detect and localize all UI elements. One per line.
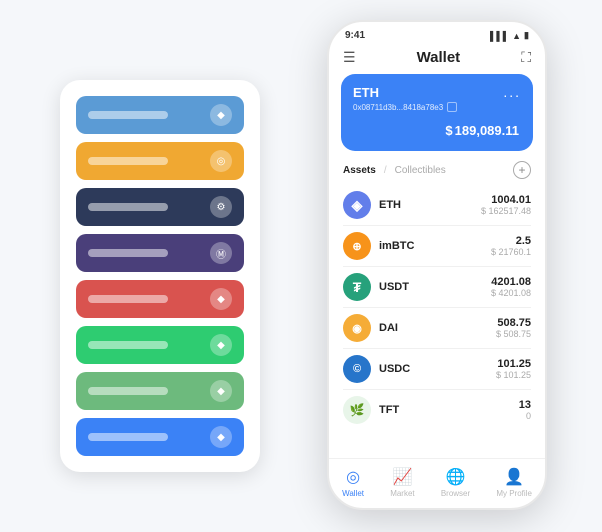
stack-card-6: ◆ [76, 326, 244, 364]
market-nav-icon: 📈 [392, 467, 412, 487]
usdc-icon: © [343, 355, 371, 383]
usdc-name: USDC [379, 363, 496, 375]
imbtc-values: 2.5 $ 21760.1 [491, 235, 531, 257]
phone-header: ☰ Wallet ⛶ [329, 45, 545, 74]
usdt-usd: $ 4201.08 [491, 288, 531, 298]
tab-collectibles[interactable]: Collectibles [395, 165, 446, 176]
usdt-amount: 4201.08 [491, 276, 531, 288]
usdc-usd: $ 101.25 [496, 370, 531, 380]
eth-name: ETH [379, 199, 481, 211]
eth-usd: $ 162517.48 [481, 206, 531, 216]
imbtc-amount: 2.5 [491, 235, 531, 247]
dai-values: 508.75 $ 508.75 [496, 317, 531, 339]
left-card-stack: ◆ ◎ ⚙ Ⓜ ◆ ◆ ◆ ◆ [60, 80, 260, 472]
stack-card-3: ⚙ [76, 188, 244, 226]
tft-values: 13 0 [519, 399, 531, 421]
assets-header: Assets / Collectibles + [329, 161, 545, 185]
dai-amount: 508.75 [496, 317, 531, 329]
eth-card-address: 0x08711d3b...8418a78e3 [353, 102, 521, 112]
stack-card-label-5 [88, 295, 168, 303]
menu-icon[interactable]: ☰ [343, 49, 356, 66]
phone-mockup: 9:41 ▌▌▌ ▲ ▮ ☰ Wallet ⛶ ETH ... 0x08711d… [327, 20, 547, 510]
imbtc-usd: $ 21760.1 [491, 247, 531, 257]
asset-item-tft[interactable]: 🌿 TFT 13 0 [343, 390, 531, 430]
tft-name: TFT [379, 404, 519, 416]
eth-card-title: ETH [353, 85, 379, 100]
stack-card-icon-5: ◆ [210, 288, 232, 310]
stack-card-7: ◆ [76, 372, 244, 410]
asset-item-usdc[interactable]: © USDC 101.25 $ 101.25 [343, 349, 531, 390]
usdt-values: 4201.08 $ 4201.08 [491, 276, 531, 298]
nav-browser[interactable]: 🌐 Browser [441, 467, 470, 498]
stack-card-icon-2: ◎ [210, 150, 232, 172]
profile-nav-label: My Profile [496, 489, 532, 498]
tab-separator: / [384, 165, 387, 176]
stack-card-5: ◆ [76, 280, 244, 318]
stack-card-4: Ⓜ [76, 234, 244, 272]
dai-usd: $ 508.75 [496, 329, 531, 339]
stack-card-icon-8: ◆ [210, 426, 232, 448]
tft-amount: 13 [519, 399, 531, 411]
wallet-nav-icon: ◎ [346, 467, 360, 487]
eth-card-top: ETH ... [353, 84, 521, 100]
profile-nav-icon: 👤 [504, 467, 524, 487]
stack-card-icon-7: ◆ [210, 380, 232, 402]
eth-card[interactable]: ETH ... 0x08711d3b...8418a78e3 $189,089.… [341, 74, 533, 151]
eth-card-balance: $189,089.11 [353, 118, 521, 141]
eth-icon: ◈ [343, 191, 371, 219]
stack-card-label-1 [88, 111, 168, 119]
asset-item-dai[interactable]: ◉ DAI 508.75 $ 508.75 [343, 308, 531, 349]
bottom-nav: ◎ Wallet 📈 Market 🌐 Browser 👤 My Profile [329, 458, 545, 508]
browser-nav-label: Browser [441, 489, 470, 498]
stack-card-8: ◆ [76, 418, 244, 456]
stack-card-1: ◆ [76, 96, 244, 134]
usdc-amount: 101.25 [496, 358, 531, 370]
usdt-name: USDT [379, 281, 491, 293]
add-asset-button[interactable]: + [513, 161, 531, 179]
expand-icon[interactable]: ⛶ [521, 49, 531, 66]
imbtc-name: imBTC [379, 240, 491, 252]
stack-card-label-7 [88, 387, 168, 395]
stack-card-icon-6: ◆ [210, 334, 232, 356]
page-title: Wallet [417, 49, 461, 66]
status-bar: 9:41 ▌▌▌ ▲ ▮ [329, 22, 545, 45]
imbtc-icon: ⊕ [343, 232, 371, 260]
browser-nav-icon: 🌐 [446, 467, 466, 487]
stack-card-label-3 [88, 203, 168, 211]
stack-card-icon-4: Ⓜ [210, 242, 232, 264]
eth-amount: 1004.01 [481, 194, 531, 206]
eth-card-menu[interactable]: ... [503, 84, 521, 100]
stack-card-icon-3: ⚙ [210, 196, 232, 218]
copy-address-icon[interactable] [447, 102, 457, 112]
assets-tabs: Assets / Collectibles [343, 165, 446, 176]
asset-list: ◈ ETH 1004.01 $ 162517.48 ⊕ imBTC 2.5 $ … [329, 185, 545, 458]
stack-card-label-6 [88, 341, 168, 349]
stack-card-2: ◎ [76, 142, 244, 180]
nav-wallet[interactable]: ◎ Wallet [342, 467, 364, 498]
usdt-icon: ₮ [343, 273, 371, 301]
status-icons: ▌▌▌ ▲ ▮ [490, 30, 529, 41]
stack-card-label-8 [88, 433, 168, 441]
wifi-icon: ▲ [512, 31, 521, 41]
eth-values: 1004.01 $ 162517.48 [481, 194, 531, 216]
asset-item-eth[interactable]: ◈ ETH 1004.01 $ 162517.48 [343, 185, 531, 226]
nav-profile[interactable]: 👤 My Profile [496, 467, 532, 498]
tft-usd: 0 [519, 411, 531, 421]
usdc-values: 101.25 $ 101.25 [496, 358, 531, 380]
tab-assets[interactable]: Assets [343, 165, 376, 176]
asset-item-usdt[interactable]: ₮ USDT 4201.08 $ 4201.08 [343, 267, 531, 308]
signal-icon: ▌▌▌ [490, 31, 509, 41]
wallet-nav-label: Wallet [342, 489, 364, 498]
dai-name: DAI [379, 322, 496, 334]
stack-card-label-2 [88, 157, 168, 165]
status-time: 9:41 [345, 30, 365, 41]
battery-icon: ▮ [524, 30, 529, 41]
dai-icon: ◉ [343, 314, 371, 342]
stack-card-label-4 [88, 249, 168, 257]
stack-card-icon-1: ◆ [210, 104, 232, 126]
market-nav-label: Market [390, 489, 414, 498]
nav-market[interactable]: 📈 Market [390, 467, 414, 498]
tft-icon: 🌿 [343, 396, 371, 424]
asset-item-imbtc[interactable]: ⊕ imBTC 2.5 $ 21760.1 [343, 226, 531, 267]
